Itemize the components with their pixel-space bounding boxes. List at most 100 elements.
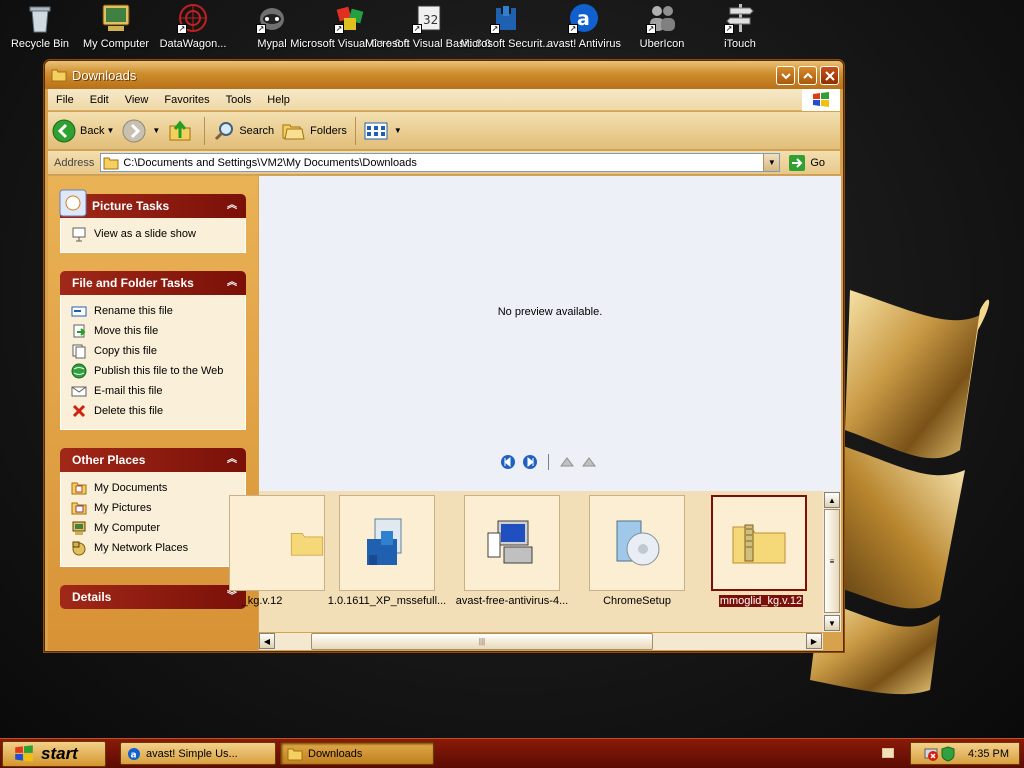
desktop-icon-my-computer[interactable]: My Computer (76, 2, 156, 62)
task-move-file[interactable]: Move this file (71, 321, 237, 341)
filmstrip-item[interactable] (339, 495, 435, 591)
menu-help[interactable]: Help (259, 94, 298, 106)
task-rename-file[interactable]: Rename this file (71, 301, 237, 321)
close-button[interactable] (820, 66, 839, 85)
menu-tools[interactable]: Tools (218, 94, 260, 106)
forward-button[interactable]: ▼ (118, 116, 164, 146)
minimize-button[interactable] (776, 66, 795, 85)
place-my-network[interactable]: My Network Places (71, 538, 237, 558)
rotate-clockwise-icon[interactable] (559, 454, 575, 470)
start-button[interactable]: start (2, 741, 106, 767)
svg-text:a: a (577, 8, 590, 30)
toolbar-separator (354, 116, 356, 145)
desktop-icons: Recycle Bin My Computer ↗ DataWagon... ↗… (0, 0, 1024, 62)
file-folder-tasks-header[interactable]: File and Folder Tasks ︽ (60, 271, 246, 295)
task-email-file[interactable]: E-mail this file (71, 381, 237, 401)
desktop-icon-recycle-bin[interactable]: Recycle Bin (0, 2, 80, 62)
menu-view[interactable]: View (117, 94, 157, 106)
search-button[interactable]: Search (209, 116, 278, 146)
folder-icon (103, 157, 119, 169)
back-button[interactable]: Back ▼ (48, 116, 118, 146)
go-label: Go (810, 156, 826, 169)
desktop-icon-microsoft-security[interactable]: ↗ Microsoft Securit... (460, 2, 552, 62)
forward-arrow-icon (122, 119, 146, 142)
scroll-down-button[interactable]: ▼ (824, 615, 840, 631)
back-dropdown-icon[interactable]: ▼ (106, 126, 114, 135)
next-image-icon[interactable] (522, 454, 538, 470)
chevron-right-icon: ▶ (810, 636, 818, 646)
filmstrip-horizontal-scrollbar[interactable]: ◀ ||| ▶ (259, 633, 823, 650)
preview-controls (500, 454, 597, 470)
task-publish-web[interactable]: Publish this file to the Web (71, 361, 237, 381)
taskbar-button-avast[interactable]: a avast! Simple Us... (120, 742, 276, 765)
start-label: start (41, 744, 78, 763)
task-copy-file[interactable]: Copy this file (71, 341, 237, 361)
task-delete-file[interactable]: Delete this file (71, 401, 237, 421)
chevron-down-icon: ▼ (828, 618, 836, 628)
menu-file[interactable]: File (48, 94, 82, 106)
filmstrip-item[interactable] (229, 495, 325, 591)
place-my-documents[interactable]: My Documents (71, 478, 237, 498)
slideshow-icon (71, 226, 87, 242)
scroll-left-button[interactable]: ◀ (259, 633, 275, 649)
address-input[interactable]: C:\Documents and Settings\VM2\My Documen… (100, 153, 781, 172)
desktop-icon-avast[interactable]: a ↗ avast! Antivirus (544, 2, 624, 62)
scroll-up-button[interactable]: ▲ (824, 492, 840, 508)
menu-edit[interactable]: Edit (82, 94, 117, 106)
place-my-pictures[interactable]: My Pictures (71, 498, 237, 518)
filmstrip-item[interactable] (464, 495, 560, 591)
security-shield-icon[interactable] (941, 745, 955, 762)
menu-favorites[interactable]: Favorites (156, 94, 217, 106)
address-bar: Address C:\Documents and Settings\VM2\My… (48, 151, 840, 175)
folder-icon (290, 532, 324, 556)
go-button[interactable]: Go (788, 154, 825, 172)
desktop-icon-datawagon[interactable]: ↗ DataWagon... (153, 2, 233, 62)
svg-text:32: 32 (423, 13, 438, 27)
svg-text:a: a (131, 750, 137, 760)
task-pane: Picture Tasks ︽ View as a slide show Fil… (48, 176, 258, 650)
maximize-button[interactable] (798, 66, 817, 85)
horizontal-scroll-thumb[interactable]: ||| (311, 633, 653, 650)
keyboard-icon[interactable] (882, 748, 894, 758)
taskbar-button-downloads[interactable]: Downloads (280, 742, 434, 765)
address-dropdown-button[interactable]: ▼ (763, 154, 780, 171)
vertical-scroll-thumb[interactable]: ≡ (824, 509, 840, 613)
desktop-icon-mypal[interactable]: ↗ Mypal (232, 2, 312, 62)
filmstrip-vertical-scrollbar[interactable]: ▲ ≡ ▼ (823, 491, 841, 632)
up-folder-button[interactable] (164, 116, 200, 146)
avast-icon: a ↗ (568, 2, 600, 34)
desktop-icon-visual-cpp[interactable]: ↗ Microsoft Visual C++ 6.0 (290, 2, 410, 62)
collapse-chevron-icon[interactable]: ︽ (224, 452, 240, 468)
views-button[interactable]: ▼ (360, 116, 406, 146)
network-error-icon[interactable] (923, 746, 939, 762)
other-places-body: My Documents My Pictures My Computer My … (60, 472, 246, 567)
collapse-chevron-icon[interactable]: ︽ (224, 198, 240, 214)
scroll-right-button[interactable]: ▶ (806, 633, 822, 649)
other-places-header[interactable]: Other Places ︽ (60, 448, 246, 472)
previous-image-icon[interactable] (500, 454, 516, 470)
menu-bar: File Edit View Favorites Tools Help (48, 89, 840, 111)
task-view-slideshow[interactable]: View as a slide show (71, 224, 237, 244)
file-folder-tasks-body: Rename this file Move this file Copy thi… (60, 295, 246, 430)
forward-dropdown-icon[interactable]: ▼ (152, 126, 160, 135)
views-dropdown-icon[interactable]: ▼ (394, 126, 402, 135)
desktop-icon-ubericon[interactable]: ↗ UberIcon (622, 2, 702, 62)
rotate-counterclockwise-icon[interactable] (581, 454, 597, 470)
recycle-bin-icon (29, 6, 51, 33)
go-arrow-icon (789, 154, 806, 171)
file-folder-tasks-panel: File and Folder Tasks ︽ Rename this file… (60, 271, 246, 430)
filmstrip-item[interactable] (589, 495, 685, 591)
picture-tasks-header[interactable]: Picture Tasks ︽ (59, 189, 246, 218)
filmstrip: _kg.v.12 1.0.1611_XP_mssefull... avast-f… (229, 491, 841, 632)
desktop-icon-visual-basic[interactable]: 32 ↗ Microsoft Visual Basic 6.0 (365, 2, 491, 62)
up-folder-icon (169, 120, 191, 140)
folders-button[interactable]: Folders (278, 116, 351, 146)
collapse-chevron-icon[interactable]: ︽ (224, 275, 240, 291)
title-bar[interactable]: Downloads (45, 61, 843, 89)
desktop-icon-itouch[interactable]: ↗ iTouch (700, 2, 780, 62)
filmstrip-item-selected[interactable] (711, 495, 807, 591)
my-computer-icon (102, 4, 130, 31)
place-my-computer[interactable]: My Computer (71, 518, 237, 538)
minimize-icon (780, 72, 791, 79)
zip-folder-icon (732, 524, 786, 564)
